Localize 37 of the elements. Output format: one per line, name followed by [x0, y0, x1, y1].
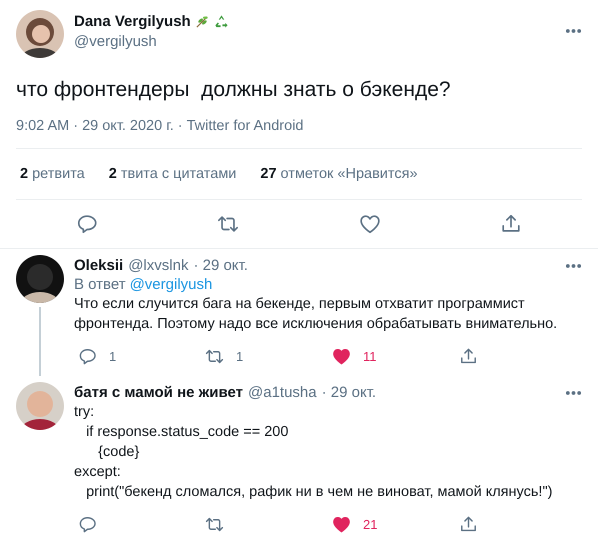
- author-handle[interactable]: @vergilyush: [74, 33, 229, 50]
- reply-to-label: В ответ: [74, 276, 126, 293]
- action-count: 1: [109, 348, 116, 364]
- reply-text: Что если случится бага на бекенде, первым отхватит программист фронтенда. Поэтому надо все исключения обрабатывать внимательно.: [74, 295, 558, 334]
- author-name[interactable]: Dana Vergilyush: [74, 13, 191, 30]
- reply-date[interactable]: · 29 окт.: [193, 257, 248, 274]
- more-icon[interactable]: [565, 262, 582, 268]
- action-count: 21: [363, 516, 378, 532]
- tweet-meta: 9:02 AM · 29 окт. 2020 г. · Twitter for Android: [15, 117, 304, 136]
- share-icon[interactable]: [459, 346, 478, 366]
- herb-icon: [194, 14, 210, 29]
- author-name[interactable]: батя с мамой не живет: [74, 384, 244, 401]
- tweet-text: что фронтендеры должны знать о бэкенде?: [15, 77, 452, 103]
- heart-icon[interactable]: [358, 213, 381, 235]
- code-line: try:: [74, 403, 96, 422]
- heart-icon[interactable]: [332, 346, 351, 366]
- action-count: 1: [236, 348, 244, 364]
- code-line: if response.status_code == 200: [85, 423, 290, 442]
- action-count: 11: [363, 348, 376, 364]
- reply-icon[interactable]: [78, 346, 97, 366]
- author-handle[interactable]: @a1tusha: [248, 384, 317, 401]
- author-handle[interactable]: @lxvslnk: [128, 257, 188, 274]
- reply-date[interactable]: · 29 окт.: [322, 384, 376, 401]
- more-icon[interactable]: [565, 390, 582, 396]
- stat-link[interactable]: 2 твита с цитатами: [108, 166, 236, 182]
- code-line: except:: [74, 463, 122, 482]
- reply-icon[interactable]: [78, 514, 97, 534]
- author-name[interactable]: Oleksii: [74, 257, 124, 274]
- code-line: {code}: [97, 443, 140, 462]
- share-icon[interactable]: [459, 514, 478, 534]
- code-line: print("бекенд сломался, рафик ни в чем не виноват, мамой клянусь!"): [85, 483, 554, 502]
- more-icon[interactable]: [565, 28, 582, 34]
- heart-icon[interactable]: [332, 514, 351, 534]
- stat-link[interactable]: 2 ретвита: [20, 166, 85, 182]
- recycle-icon: [214, 14, 229, 29]
- stat-link[interactable]: 27 отметок «Нравится»: [260, 166, 418, 182]
- reply-icon[interactable]: [76, 213, 98, 235]
